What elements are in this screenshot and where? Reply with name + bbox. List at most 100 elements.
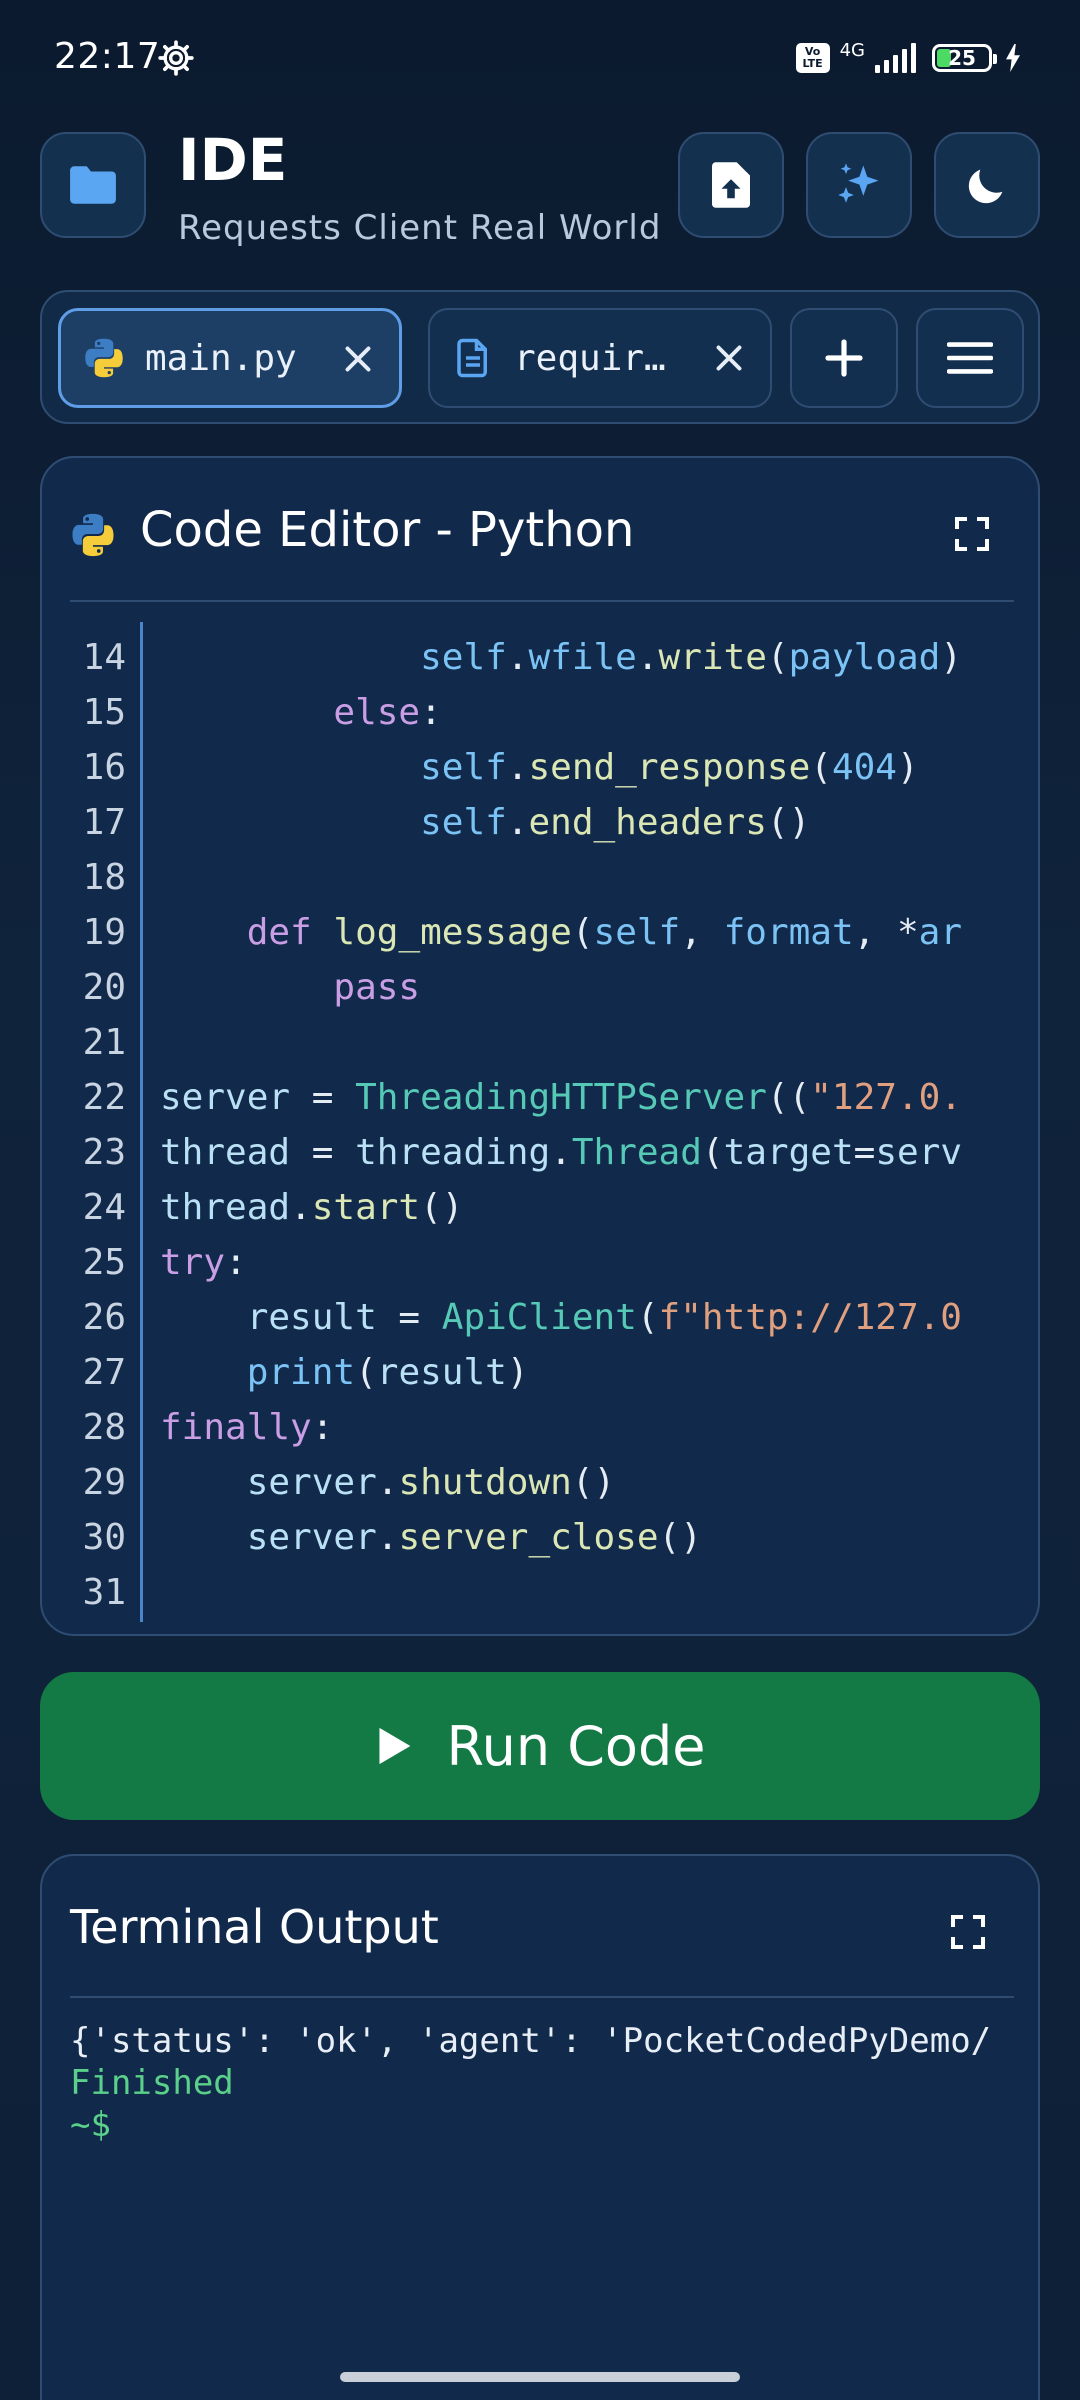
home-indicator[interactable]: [340, 2372, 740, 2382]
volte-icon: Vo LTE: [795, 43, 830, 73]
code-line[interactable]: 24 thread.start(): [70, 1180, 1014, 1235]
code-line[interactable]: 15 else:: [70, 685, 1014, 740]
terminal-title: Terminal Output: [70, 1900, 439, 1954]
code-line[interactable]: 28 finally:: [70, 1400, 1014, 1455]
code-line[interactable]: 23 thread = threading.Thread(target=serv: [70, 1125, 1014, 1180]
line-number: 22: [82, 1077, 126, 1118]
charging-bolt-icon: [1006, 44, 1020, 72]
code-text: server.server_close(): [246, 1517, 702, 1558]
terminal-finished-line: Finished: [70, 2063, 234, 2103]
line-number: 29: [82, 1462, 126, 1503]
code-text: pass: [333, 967, 421, 1008]
code-text: self.wfile.write(payload): [420, 637, 963, 678]
upload-file-button[interactable]: [678, 132, 784, 238]
sparkles-icon: [838, 163, 879, 203]
python-icon: [85, 338, 123, 378]
battery-icon: 25: [932, 44, 997, 72]
settings-gear-icon: [158, 40, 194, 76]
editor-title: Code Editor - Python: [140, 502, 635, 558]
code-text: else:: [333, 692, 442, 733]
tab-requirements[interactable]: requir…: [428, 308, 772, 408]
code-text: try:: [160, 1242, 247, 1283]
line-number: 17: [82, 802, 126, 843]
code-line[interactable]: 27 print(result): [70, 1345, 1014, 1400]
battery-level: 25: [948, 46, 976, 70]
code-text: finally:: [160, 1407, 334, 1448]
line-number: 15: [82, 692, 126, 733]
line-number: 21: [82, 1022, 126, 1063]
file-upload-icon: [712, 162, 750, 208]
code-text: self.send_response(404): [420, 747, 919, 788]
code-line[interactable]: 30 server.server_close(): [70, 1510, 1014, 1565]
terminal-divider: [70, 1996, 1014, 1998]
code-line[interactable]: 17 self.end_headers(): [70, 795, 1014, 850]
hamburger-menu-icon: [947, 342, 993, 374]
moon-icon: [968, 169, 1003, 204]
code-text: self.end_headers(): [420, 802, 811, 843]
code-line[interactable]: 21: [70, 1015, 1014, 1070]
menu-button[interactable]: [916, 308, 1024, 408]
status-bar: 22:17 Vo LTE 4G 25: [0, 0, 1080, 120]
file-text-icon: [457, 338, 487, 378]
play-icon: [378, 1727, 410, 1765]
plus-icon: [825, 339, 863, 377]
code-text: def log_message(self, format, *ar: [246, 912, 963, 953]
line-number: 19: [82, 912, 126, 953]
tab-label: main.py: [145, 337, 297, 379]
code-line[interactable]: 18: [70, 850, 1014, 905]
code-line[interactable]: 20 pass: [70, 960, 1014, 1015]
tab-main-py[interactable]: main.py: [58, 308, 402, 408]
line-number: 28: [82, 1407, 126, 1448]
line-number: 20: [82, 967, 126, 1008]
file-tabs-bar: main.py requir…: [40, 290, 1040, 424]
line-number: 18: [82, 857, 126, 898]
app-root: 22:17 Vo LTE 4G 25 IDE Requests Client R…: [0, 0, 1080, 2400]
code-line[interactable]: 19 def log_message(self, format, *ar: [70, 905, 1014, 960]
line-number: 26: [82, 1297, 126, 1338]
project-subtitle: Requests Client Real World: [178, 208, 662, 248]
code-text: print(result): [246, 1352, 529, 1393]
run-code-button[interactable]: Run Code: [40, 1672, 1040, 1820]
code-text: thread = threading.Thread(target=serv: [160, 1132, 963, 1173]
code-text: server.shutdown(): [246, 1462, 616, 1503]
run-code-label: Run Code: [446, 1714, 706, 1778]
line-number: 16: [82, 747, 126, 788]
signal-icon: [875, 43, 916, 73]
tab-label: requir…: [514, 337, 666, 379]
close-tab-icon[interactable]: [343, 344, 373, 374]
code-text: server = ThreadingHTTPServer(("127.0.: [160, 1077, 962, 1118]
terminal-panel: Terminal Output {'status': 'ok', 'agent'…: [40, 1854, 1040, 2400]
status-time: 22:17: [54, 36, 161, 77]
code-line[interactable]: 14 self.wfile.write(payload): [70, 630, 1014, 685]
line-number: 24: [82, 1187, 126, 1228]
code-text: thread.start(): [160, 1187, 464, 1228]
line-number: 30: [82, 1517, 126, 1558]
python-icon: [72, 513, 114, 557]
app-header: IDE Requests Client Real World: [40, 126, 1040, 248]
terminal-prompt[interactable]: ~$: [70, 2104, 1014, 2146]
code-line[interactable]: 22 server = ThreadingHTTPServer(("127.0.: [70, 1070, 1014, 1125]
code-area[interactable]: 14 self.wfile.write(payload) 15 else: 16 s…: [70, 622, 1014, 1622]
line-number: 27: [82, 1352, 126, 1393]
close-tab-icon[interactable]: [714, 343, 744, 373]
add-tab-button[interactable]: [790, 308, 898, 408]
folder-icon: [70, 166, 116, 204]
status-indicators: Vo LTE 4G 25: [795, 38, 1024, 78]
code-line[interactable]: 16 self.send_response(404): [70, 740, 1014, 795]
fullscreen-icon[interactable]: [952, 514, 992, 554]
code-line[interactable]: 26 result = ApiClient(f"http://127.0: [70, 1290, 1014, 1345]
line-number: 23: [82, 1132, 126, 1173]
code-line[interactable]: 31: [70, 1565, 1014, 1620]
code-line[interactable]: 29 server.shutdown(): [70, 1455, 1014, 1510]
folder-button[interactable]: [40, 132, 146, 238]
code-line[interactable]: 25 try:: [70, 1235, 1014, 1290]
network-type: 4G: [839, 39, 865, 61]
fullscreen-icon[interactable]: [948, 1912, 988, 1952]
editor-header: Code Editor - Python: [70, 496, 1014, 576]
editor-divider: [70, 600, 1014, 602]
theme-toggle-button[interactable]: [934, 132, 1040, 238]
line-number: 31: [82, 1572, 126, 1613]
line-number: 14: [82, 637, 126, 678]
code-editor-panel: Code Editor - Python 14 self.wfile.write…: [40, 456, 1040, 1636]
ai-assist-button[interactable]: [806, 132, 912, 238]
